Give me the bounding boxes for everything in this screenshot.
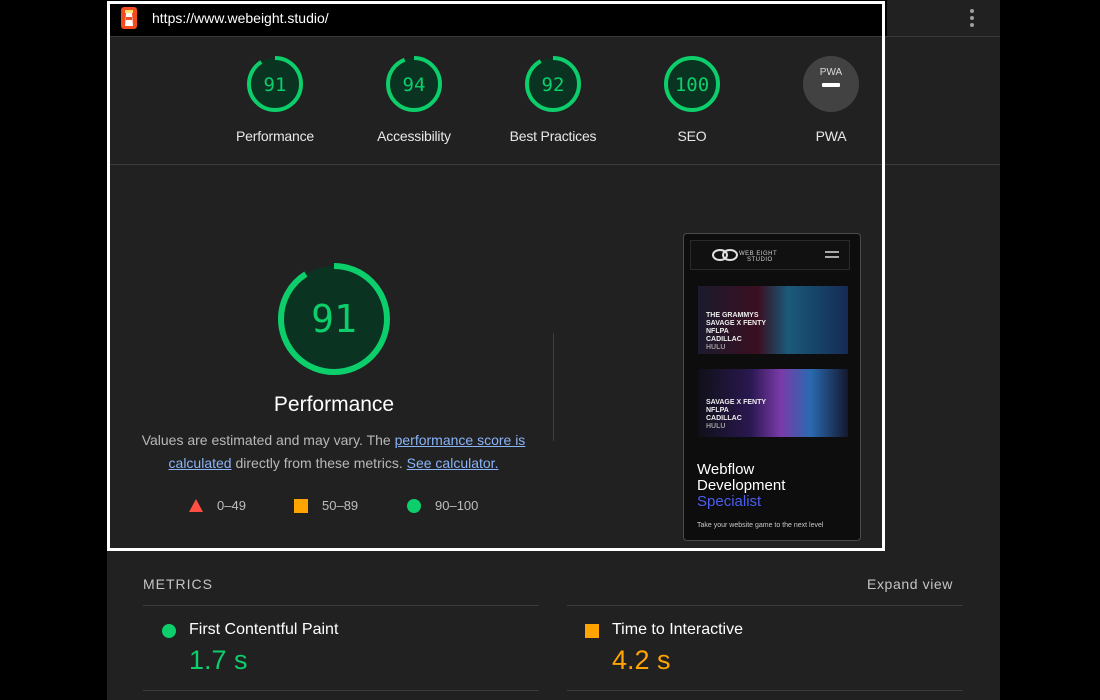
card2-line: CADILLAC [706,415,742,422]
webeight-logo-icon [712,249,738,261]
gauge-best-practices-label: Best Practices [509,128,597,144]
metric-average-icon [585,624,599,638]
legend-pass: 90–100 [407,498,478,513]
see-calculator-link[interactable]: See calculator. [407,455,499,471]
metrics-section: METRICS Expand view First Contentful Pai… [107,551,1000,700]
gauge-accessibility-label: Accessibility [377,128,451,144]
performance-description: Values are estimated and may vary. The p… [137,429,530,475]
card1-line: HULU [706,344,726,351]
card1-line: CADILLAC [706,336,742,343]
card2-line: HULU [706,423,726,430]
performance-big-score: 91 [311,297,357,341]
gauge-seo-ring: 100 [664,56,720,112]
final-screenshot[interactable]: WEB EIGHT STUDIO THE GRAMMYS SAVAGE X FEN… [683,233,861,541]
metrics-divider-left [143,605,539,606]
score-gauges: 91 Performance 94 Accessibility 92 Best … [107,36,1000,165]
screenshot-brand: WEB EIGHT STUDIO [739,251,778,263]
gauge-performance-ring: 91 [247,56,303,112]
legend-fail-range: 0–49 [217,498,246,513]
performance-section: 91 Performance Values are estimated and … [107,165,1000,550]
hero-line: Development [697,477,786,494]
metric-pass-icon [162,624,176,638]
pwa-badge-text: PWA [820,67,843,78]
gauge-accessibility-score: 94 [403,74,426,96]
gauge-seo[interactable]: 100 SEO [632,54,752,144]
legend-average-range: 50–89 [322,498,359,513]
screenshot-hero: Webflow Development Specialist [697,462,785,510]
hero-line: Webflow [697,461,755,478]
circle-pass-icon [407,498,421,513]
gauge-seo-score: 100 [675,74,709,96]
gauge-seo-label: SEO [677,128,707,144]
lighthouse-logo-icon [121,7,137,29]
card1-line: NFLPA [706,328,729,335]
gauge-accessibility[interactable]: 94 Accessibility [354,54,474,144]
score-legend: 0–49 50–89 90–100 [189,498,509,518]
gauge-accessibility-ring: 94 [386,56,442,112]
metric-name: Time to Interactive [612,621,744,638]
triangle-fail-icon [189,499,203,512]
gauge-best-practices-ring: 92 [525,56,581,112]
card2-line: NFLPA [706,407,729,414]
metric-name: First Contentful Paint [189,621,339,638]
lighthouse-report: https://www.webeight.studio/ 91 Performa… [107,0,1000,700]
report-topbar: https://www.webeight.studio/ [107,0,1000,37]
more-menu-icon[interactable] [970,9,974,29]
card1-line: THE GRAMMYS [706,312,759,319]
section-divider [553,333,554,441]
square-average-icon [294,498,308,513]
screenshot-card-1: THE GRAMMYS SAVAGE X FENTY NFLPA CADILLA… [698,286,848,354]
metric-value: 4.2 s [612,645,671,675]
screenshot-navbar: WEB EIGHT STUDIO [690,240,850,270]
gauge-performance-label: Performance [236,128,314,144]
metrics-divider-right [567,605,963,606]
legend-fail: 0–49 [189,498,246,513]
desc-text-2: directly from these metrics. [231,455,407,471]
gauge-pwa[interactable]: PWA PWA [771,54,891,144]
gauge-pwa-label: PWA [815,128,847,144]
metrics-row-divider-left [143,690,539,691]
performance-title: Performance [273,393,395,416]
gauge-best-practices-score: 92 [542,74,565,96]
report-url[interactable]: https://www.webeight.studio/ [152,10,329,26]
legend-average: 50–89 [294,498,358,513]
card1-line: SAVAGE X FENTY [706,320,767,327]
pwa-badge-icon: PWA [803,56,859,112]
performance-big-gauge: 91 [278,263,390,375]
legend-pass-range: 90–100 [435,498,479,513]
metrics-row-divider-right [567,690,963,691]
hero-subtitle: Take your website game to the next level [697,522,824,529]
gauge-best-practices[interactable]: 92 Best Practices [493,54,613,144]
card2-line: SAVAGE X FENTY [706,399,767,406]
gauge-performance-score: 91 [264,74,287,96]
gauge-performance[interactable]: 91 Performance [215,54,335,144]
desc-text-1: Values are estimated and may vary. The [141,432,395,448]
metrics-title: METRICS [143,576,213,592]
metric-value: 1.7 s [189,645,248,675]
hero-accent: Specialist [697,493,762,510]
hamburger-icon [825,251,839,261]
expand-view-button[interactable]: Expand view [867,576,953,592]
screenshot-card-2: SAVAGE X FENTY NFLPA CADILLAC HULU [698,369,848,437]
